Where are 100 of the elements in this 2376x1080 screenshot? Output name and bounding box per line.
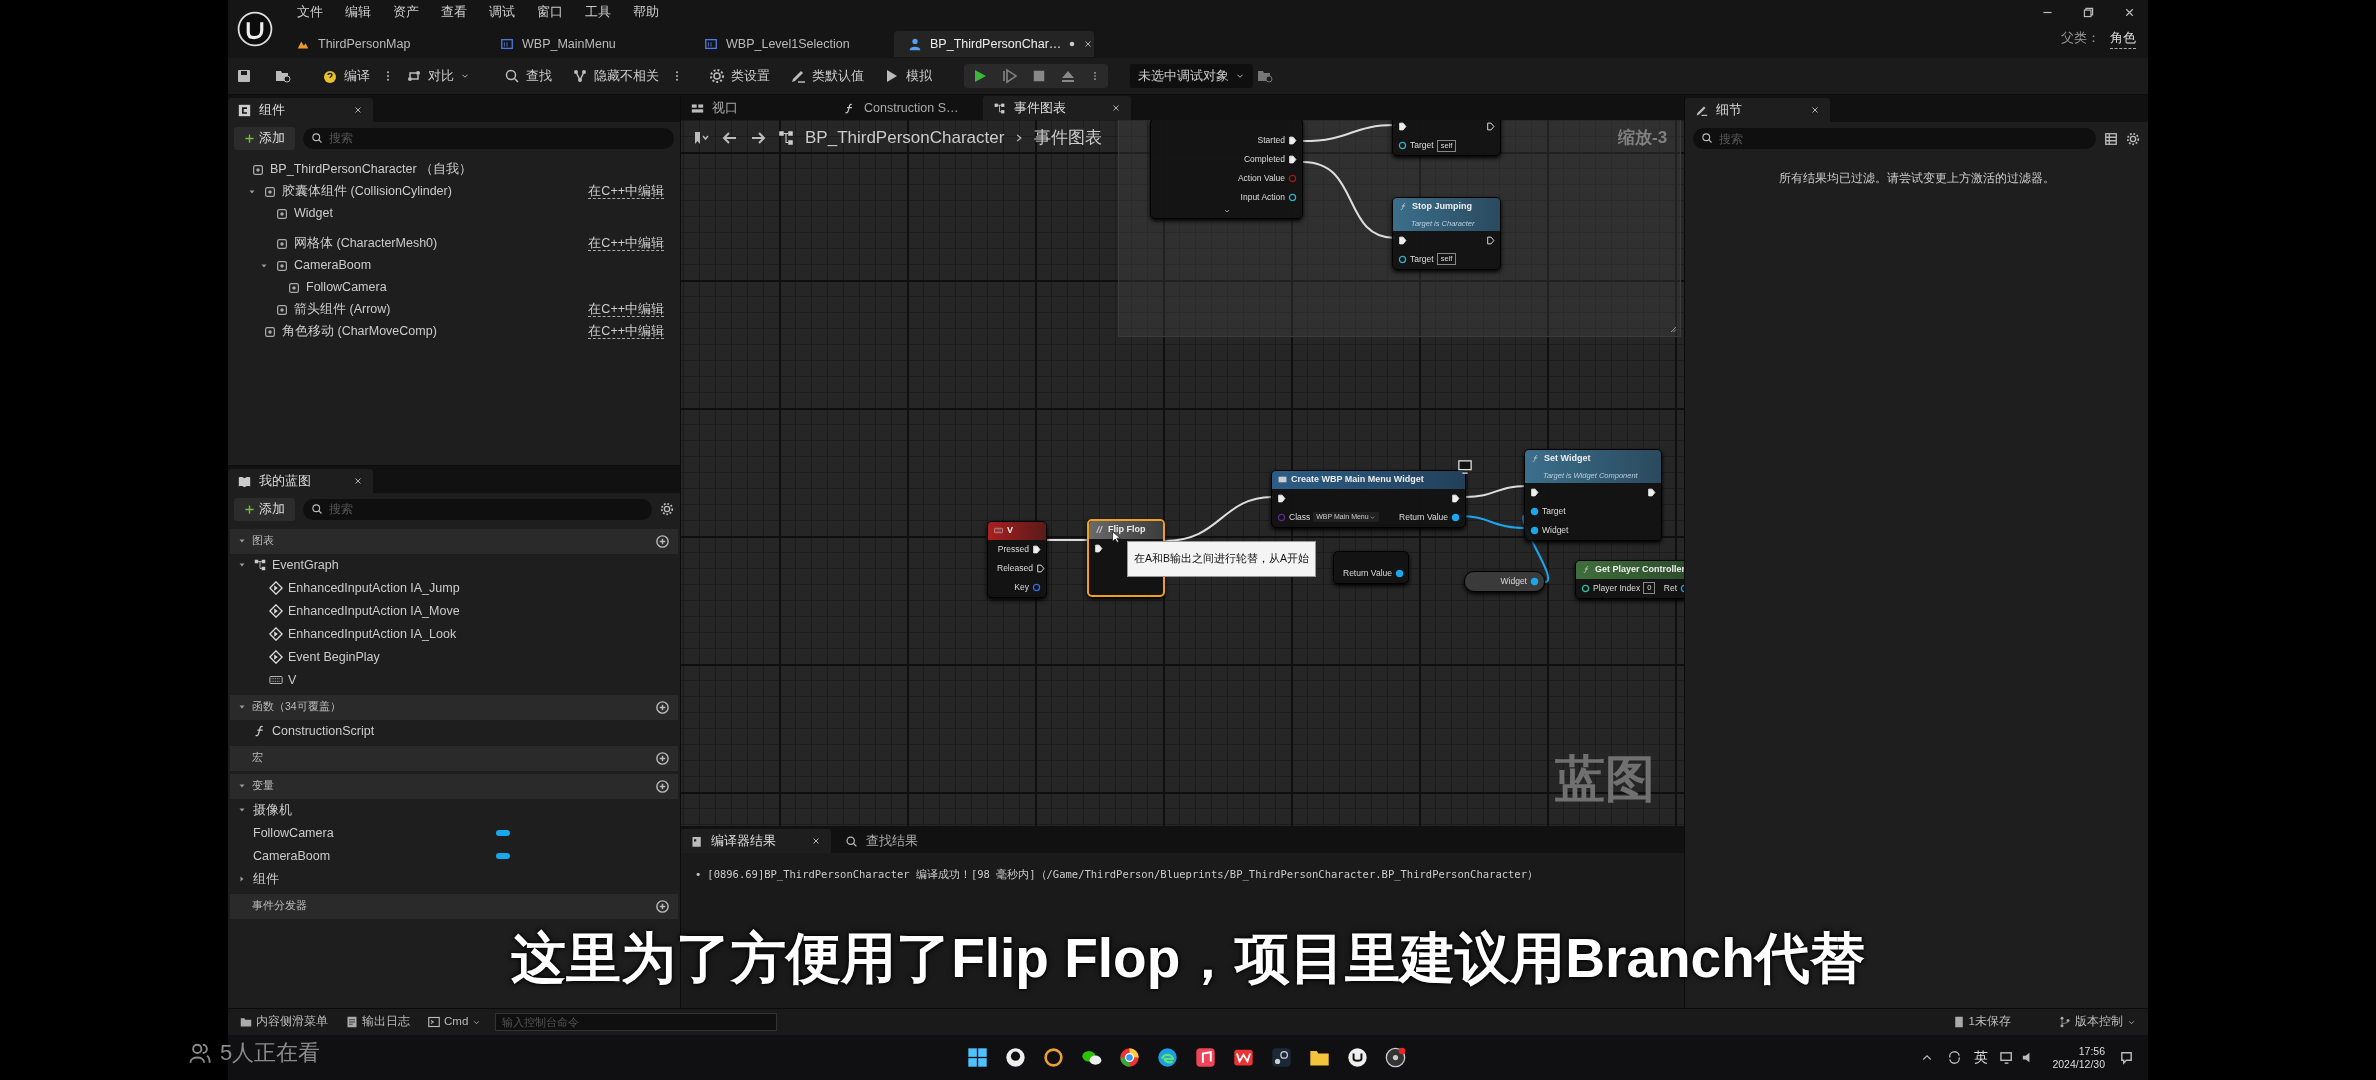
blueprint-item[interactable]: EnhancedInputAction IA_Look: [230, 622, 678, 646]
close-icon[interactable]: [1083, 39, 1094, 49]
search-field[interactable]: 搜索: [1693, 128, 2096, 149]
input-method-indicator[interactable]: 英: [1974, 1047, 1989, 1068]
section-header[interactable]: 宏: [230, 745, 678, 771]
settings-icon[interactable]: [660, 502, 674, 517]
debug-object-dropdown[interactable]: 未选中调试对象: [1130, 63, 1253, 89]
engine-logo-icon[interactable]: [1346, 1047, 1368, 1068]
menu-item[interactable]: 编辑: [334, 0, 382, 24]
start-icon[interactable]: [966, 1047, 988, 1068]
table-view-icon[interactable]: [2104, 131, 2118, 146]
settings-icon[interactable]: [2126, 131, 2140, 146]
document-tab[interactable]: BP_ThirdPersonChar…: [894, 31, 1094, 57]
component-item[interactable]: BP_ThirdPersonCharacter （自我）: [234, 158, 674, 181]
close-icon[interactable]: [811, 836, 821, 846]
forward-icon[interactable]: [749, 129, 767, 146]
browse-icon[interactable]: [274, 68, 292, 84]
blueprint-item[interactable]: ConstructionScript: [230, 719, 678, 743]
toolbar-button[interactable]: 隐藏不相关: [564, 62, 667, 90]
stop-icon[interactable]: [1032, 69, 1046, 83]
find-in-folder-icon[interactable]: [1257, 68, 1273, 84]
graph-node[interactable]: Started Completed Action Value Input Action: [1150, 120, 1303, 219]
blueprint-item[interactable]: 组件: [230, 867, 678, 891]
app-icon[interactable]: [1042, 1047, 1064, 1068]
results-tab[interactable]: 查找结果: [835, 829, 985, 853]
edit-in-cpp-link[interactable]: 在C++中编辑: [588, 236, 664, 252]
cmd-dropdown[interactable]: Cmd: [424, 1012, 486, 1032]
toolbar-button[interactable]: 类设置: [701, 62, 778, 90]
toolbar-button[interactable]: 类默认值: [782, 62, 872, 90]
section-header[interactable]: 图表: [230, 528, 678, 554]
close-icon[interactable]: [1810, 105, 1820, 115]
menu-item[interactable]: 帮助: [622, 0, 670, 24]
toolbar-button[interactable]: 模拟: [876, 62, 940, 90]
section-header[interactable]: 函数（34可覆盖）: [230, 694, 678, 720]
document-app-icon[interactable]: [1232, 1047, 1254, 1068]
recorder-icon[interactable]: [1384, 1047, 1406, 1068]
document-tab[interactable]: WBP_MainMenu: [486, 31, 686, 57]
panel-tab[interactable]: 细节: [1685, 98, 1830, 122]
graph-node[interactable]: V Pressed Released Key: [987, 521, 1047, 598]
menu-item[interactable]: 窗口: [526, 0, 574, 24]
console-input[interactable]: 输入控制台命令: [495, 1013, 778, 1031]
play-icon[interactable]: [972, 68, 988, 84]
graph-node[interactable]: Return Value: [1333, 551, 1409, 584]
blueprint-item[interactable]: EnhancedInputAction IA_Move: [230, 599, 678, 623]
add-icon[interactable]: [655, 699, 670, 715]
blueprint-item[interactable]: V: [230, 668, 678, 692]
step-icon[interactable]: [1002, 68, 1018, 84]
resize-grip-icon[interactable]: [1669, 325, 1677, 333]
status-bar-button[interactable]: 版本控制: [2055, 1012, 2140, 1032]
edit-in-cpp-link[interactable]: 在C++中编辑: [588, 324, 664, 340]
menu-item[interactable]: 文件: [286, 0, 334, 24]
add-button[interactable]: 添加: [234, 498, 295, 521]
save-icon[interactable]: [236, 68, 252, 84]
add-button[interactable]: 添加: [234, 127, 295, 150]
edit-in-cpp-link[interactable]: 在C++中编辑: [588, 302, 664, 318]
menu-item[interactable]: 工具: [574, 0, 622, 24]
add-icon[interactable]: [655, 750, 670, 766]
component-item[interactable]: 箭头组件 (Arrow) 在C++中编辑: [234, 298, 674, 321]
panel-tab[interactable]: 组件: [228, 98, 373, 122]
component-item[interactable]: 网格体 (CharacterMesh0) 在C++中编辑: [234, 232, 674, 255]
close-icon[interactable]: [353, 476, 363, 486]
graph-node[interactable]: Widget: [1464, 571, 1545, 592]
search-field[interactable]: 搜索: [303, 498, 652, 520]
status-bar-button[interactable]: 输出日志: [342, 1012, 414, 1032]
component-item[interactable]: Widget: [234, 202, 674, 225]
add-icon[interactable]: [655, 533, 670, 549]
notification-icon[interactable]: [2119, 1050, 2134, 1065]
editor-tab[interactable]: 视口: [681, 96, 831, 120]
browser-icon[interactable]: [1156, 1047, 1178, 1068]
menu-item[interactable]: 查看: [430, 0, 478, 24]
breadcrumb-item[interactable]: 事件图表: [1034, 125, 1103, 151]
game-store-icon[interactable]: [1270, 1047, 1292, 1068]
status-bar-button[interactable]: 1未保存: [1948, 1012, 2015, 1032]
search-field[interactable]: 搜索: [303, 127, 674, 149]
toolbar-button[interactable]: 查找: [496, 62, 560, 90]
edit-in-cpp-link[interactable]: 在C++中编辑: [588, 184, 664, 200]
blueprint-item[interactable]: 摄像机: [230, 798, 678, 822]
blueprint-item[interactable]: Event BeginPlay: [230, 645, 678, 669]
section-header[interactable]: 变量: [230, 773, 678, 799]
component-item[interactable]: FollowCamera: [234, 276, 674, 299]
document-tab[interactable]: ThirdPersonMap: [282, 31, 482, 57]
blueprint-item[interactable]: FollowCamera: [230, 821, 678, 845]
expand-chevron-icon[interactable]: [1222, 207, 1231, 215]
toolbar-button[interactable]: 对比: [398, 62, 478, 90]
section-header[interactable]: 事件分发器: [230, 893, 678, 919]
close-icon[interactable]: [353, 105, 363, 115]
menu-item[interactable]: 资产: [382, 0, 430, 24]
status-bar-button[interactable]: 内容侧滑菜单: [236, 1012, 332, 1032]
editor-tab[interactable]: Construction S…: [833, 96, 981, 120]
close-icon[interactable]: [2123, 6, 2136, 19]
sync-icon[interactable]: [1947, 1050, 1963, 1065]
blueprint-item[interactable]: EventGraph: [230, 553, 678, 577]
music-icon[interactable]: [1194, 1047, 1216, 1068]
browser-icon[interactable]: [1118, 1047, 1140, 1068]
results-tab[interactable]: 编译器结果: [681, 829, 831, 853]
toolbar-button[interactable]: 编译: [314, 62, 378, 90]
document-tab[interactable]: WBP_Level1Selection: [690, 31, 890, 57]
back-icon[interactable]: [721, 129, 739, 146]
component-item[interactable]: 胶囊体组件 (CollisionCylinder) 在C++中编辑: [234, 180, 674, 203]
restore-icon[interactable]: [2082, 6, 2095, 19]
